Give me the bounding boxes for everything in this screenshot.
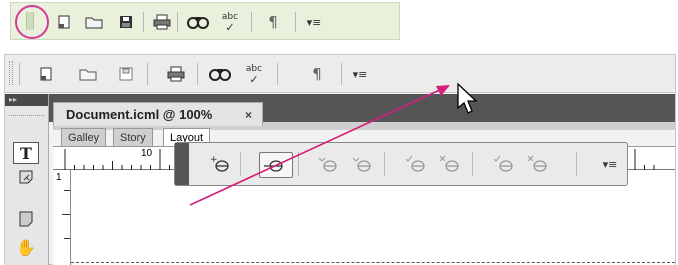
annotation-layer [189,82,478,206]
annotation-arrow [189,87,445,206]
mouse-pointer-icon [457,82,478,114]
